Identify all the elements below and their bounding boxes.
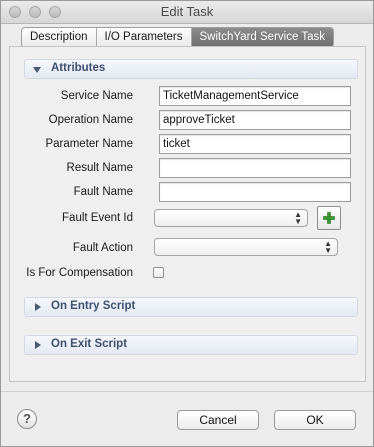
service-name-label: Service Name <box>60 90 133 102</box>
select-arrows-icon: ▲ ▼ <box>324 239 332 255</box>
operation-name-input[interactable] <box>159 110 351 130</box>
button-bar-divider <box>1 391 373 392</box>
tab-io-parameters[interactable]: I/O Parameters <box>95 28 191 47</box>
tab-content-panel: Attributes Service Name Operation Name P… <box>9 46 366 382</box>
tab-bar: Description I/O Parameters SwitchYard Se… <box>21 27 334 48</box>
result-name-input[interactable] <box>159 158 351 178</box>
cancel-button[interactable]: Cancel <box>177 410 259 430</box>
edit-task-dialog: Edit Task Description I/O Parameters Swi… <box>0 0 374 447</box>
select-arrows-icon: ▲ ▼ <box>294 210 302 226</box>
fault-action-label: Fault Action <box>72 242 133 254</box>
result-name-label: Result Name <box>66 162 133 174</box>
fault-name-input[interactable] <box>159 182 351 202</box>
fault-action-select[interactable]: ▲ ▼ <box>154 238 338 256</box>
collapsed-triangle-icon <box>35 341 41 349</box>
title-bar: Edit Task <box>1 1 373 24</box>
fault-name-label: Fault Name <box>73 186 133 198</box>
is-for-compensation-label: Is For Compensation <box>26 267 133 279</box>
attributes-section-label: Attributes <box>51 62 106 74</box>
tab-switchyard-service-task[interactable]: SwitchYard Service Task <box>190 28 333 47</box>
attributes-section-header[interactable]: Attributes <box>24 59 358 79</box>
operation-name-label: Operation Name <box>48 114 133 126</box>
on-exit-script-label: On Exit Script <box>51 338 128 350</box>
fault-event-id-select[interactable]: ▲ ▼ <box>154 209 308 227</box>
on-entry-script-section-header[interactable]: On Entry Script <box>24 297 358 317</box>
parameter-name-label: Parameter Name <box>45 138 133 150</box>
window-title: Edit Task <box>160 4 214 19</box>
collapsed-triangle-icon <box>35 303 41 311</box>
parameter-name-input[interactable] <box>159 134 351 154</box>
fault-event-id-label: Fault Event Id <box>62 212 133 224</box>
add-fault-event-button[interactable] <box>317 206 341 230</box>
service-name-input[interactable] <box>159 86 351 106</box>
expanded-triangle-icon <box>33 67 41 73</box>
ok-button[interactable]: OK <box>274 410 356 430</box>
on-exit-script-section-header[interactable]: On Exit Script <box>24 335 358 355</box>
is-for-compensation-checkbox[interactable] <box>153 267 164 278</box>
help-icon[interactable]: ? <box>17 409 37 429</box>
plus-icon <box>323 212 335 224</box>
on-entry-script-label: On Entry Script <box>51 300 136 312</box>
tab-description[interactable]: Description <box>22 28 96 47</box>
